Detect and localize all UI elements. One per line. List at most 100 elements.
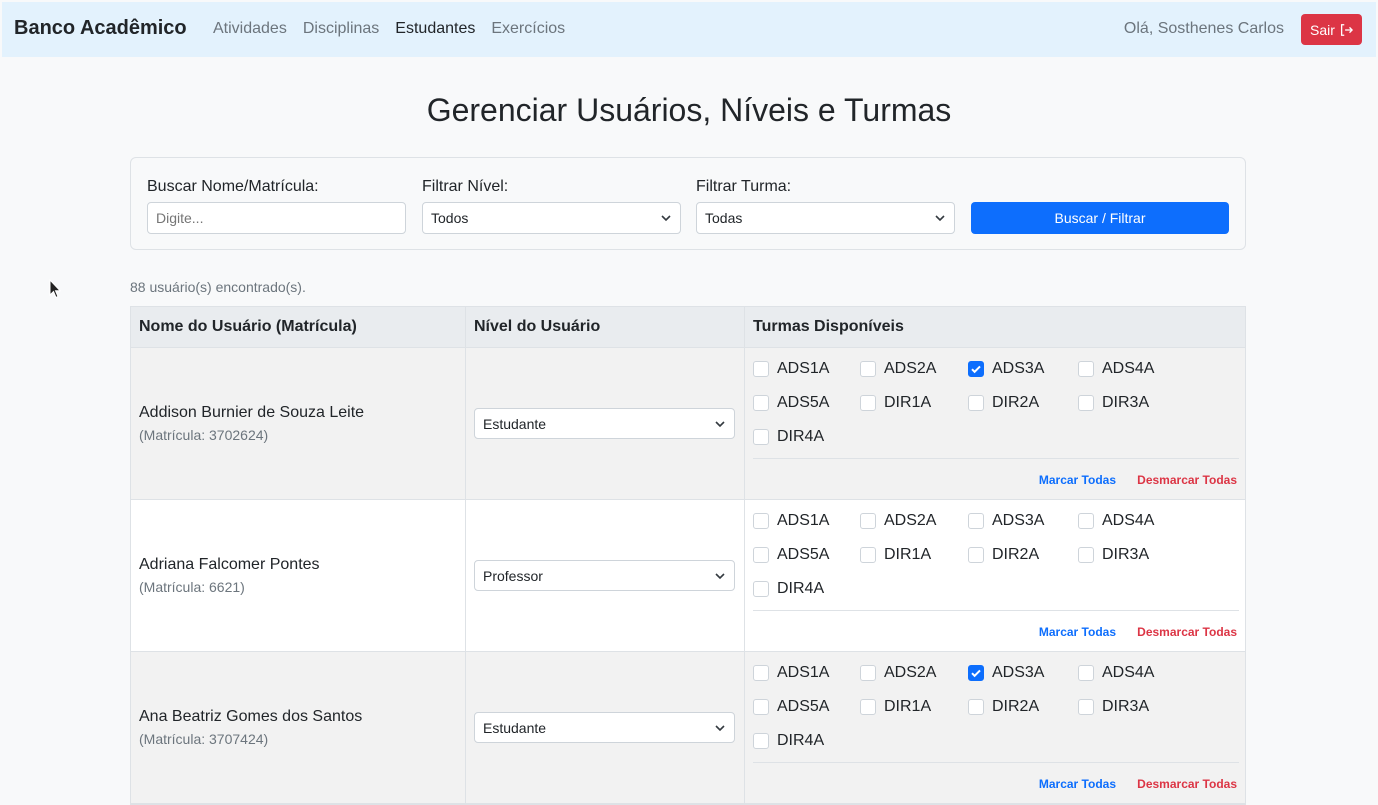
user-level-select[interactable]: Estudante <box>474 712 735 743</box>
checkbox-unchecked-icon[interactable] <box>753 547 769 563</box>
checkbox-unchecked-icon[interactable] <box>753 429 769 445</box>
chevron-down-icon <box>935 215 945 222</box>
class-checkbox-label: DIR2A <box>992 546 1040 563</box>
table-header: Nome do Usuário (Matrícula) Nível do Usu… <box>131 307 1245 348</box>
checkbox-unchecked-icon[interactable] <box>1078 513 1094 529</box>
nav-link-disciplinas[interactable]: Disciplinas <box>303 20 379 38</box>
class-checkbox-label: DIR1A <box>884 698 932 715</box>
unmark-all-link[interactable]: Desmarcar Todas <box>1137 777 1237 791</box>
class-filter-select[interactable]: Todas <box>696 202 955 234</box>
checkbox-unchecked-icon[interactable] <box>968 699 984 715</box>
class-checkbox[interactable]: ADS3A <box>968 360 1044 378</box>
classes-cell: ADS1A ADS2A ADS3A ADS4A ADS5A DIR1A DIR2A DIR3A… <box>745 348 1245 499</box>
class-checkbox[interactable]: DIR4A <box>753 580 824 598</box>
nav-link-exercicios[interactable]: Exercícios <box>491 20 565 38</box>
class-checkbox[interactable]: DIR1A <box>860 546 931 564</box>
table-row: Addison Burnier de Souza Leite (Matrícula… <box>131 348 1245 500</box>
class-checkbox-label: ADS3A <box>992 360 1045 377</box>
checkbox-unchecked-icon[interactable] <box>753 395 769 411</box>
class-checkbox[interactable]: ADS2A <box>860 360 936 378</box>
divider <box>753 458 1239 459</box>
user-cell: Adriana Falcomer Pontes (Matrícula: 6621) <box>131 500 466 651</box>
table-row: Adriana Falcomer Pontes (Matrícula: 6621)… <box>131 500 1245 652</box>
class-checkbox[interactable]: DIR4A <box>753 732 824 750</box>
checkbox-unchecked-icon[interactable] <box>753 513 769 529</box>
user-matricula: (Matrícula: 6621) <box>139 579 245 595</box>
class-checkbox-label: DIR1A <box>884 546 932 563</box>
result-count: 88 usuário(s) encontrado(s). <box>130 279 306 295</box>
class-checkbox[interactable]: ADS1A <box>753 512 829 530</box>
user-greeting: Olá, Sosthenes Carlos <box>1123 20 1284 37</box>
checkbox-unchecked-icon[interactable] <box>968 395 984 411</box>
checkbox-unchecked-icon[interactable] <box>1078 547 1094 563</box>
class-checkbox[interactable]: ADS5A <box>753 698 829 716</box>
class-checkbox[interactable]: DIR3A <box>1078 394 1149 412</box>
class-checkbox-label: DIR3A <box>1102 698 1150 715</box>
class-checkbox-label: DIR3A <box>1102 546 1150 563</box>
chevron-down-icon <box>661 215 671 222</box>
brand-logo[interactable]: Banco Acadêmico <box>14 17 187 40</box>
checkbox-unchecked-icon[interactable] <box>753 665 769 681</box>
mark-all-link[interactable]: Marcar Todas <box>1039 473 1116 487</box>
checkbox-checked-icon[interactable] <box>968 665 984 681</box>
checkbox-unchecked-icon[interactable] <box>753 733 769 749</box>
mark-all-link[interactable]: Marcar Todas <box>1039 625 1116 639</box>
search-input[interactable] <box>147 202 406 234</box>
class-checkbox[interactable]: ADS2A <box>860 664 936 682</box>
class-checkbox[interactable]: ADS4A <box>1078 360 1154 378</box>
checkbox-unchecked-icon[interactable] <box>860 361 876 377</box>
mouse-cursor-icon <box>49 279 61 299</box>
checkbox-unchecked-icon[interactable] <box>968 547 984 563</box>
logout-button[interactable]: Sair <box>1301 14 1362 45</box>
class-checkbox[interactable]: DIR2A <box>968 394 1039 412</box>
class-checkbox[interactable]: DIR4A <box>753 428 824 446</box>
table-body: Addison Burnier de Souza Leite (Matrícula… <box>131 348 1245 804</box>
level-filter-select[interactable]: Todos <box>422 202 681 234</box>
checkbox-unchecked-icon[interactable] <box>860 513 876 529</box>
class-checkbox[interactable]: ADS1A <box>753 664 829 682</box>
class-checkbox-label: ADS1A <box>777 664 830 681</box>
checkbox-unchecked-icon[interactable] <box>1078 395 1094 411</box>
checkbox-unchecked-icon[interactable] <box>753 361 769 377</box>
checkbox-unchecked-icon[interactable] <box>1078 361 1094 377</box>
user-matricula: (Matrícula: 3707424) <box>139 731 269 747</box>
checkbox-unchecked-icon[interactable] <box>860 665 876 681</box>
class-checkbox[interactable]: ADS4A <box>1078 512 1154 530</box>
nav-links: Atividades Disciplinas Estudantes Exercí… <box>213 20 581 38</box>
checkbox-unchecked-icon[interactable] <box>860 547 876 563</box>
checkbox-unchecked-icon[interactable] <box>1078 665 1094 681</box>
checkbox-unchecked-icon[interactable] <box>968 513 984 529</box>
user-level-select[interactable]: Estudante <box>474 408 735 439</box>
unmark-all-link[interactable]: Desmarcar Todas <box>1137 625 1237 639</box>
class-checkbox[interactable]: DIR2A <box>968 698 1039 716</box>
class-checkbox[interactable]: DIR1A <box>860 394 931 412</box>
nav-link-atividades[interactable]: Atividades <box>213 20 287 38</box>
class-checkbox[interactable]: DIR3A <box>1078 546 1149 564</box>
class-checkbox[interactable]: ADS4A <box>1078 664 1154 682</box>
class-checkbox[interactable]: ADS2A <box>860 512 936 530</box>
class-checkbox[interactable]: ADS5A <box>753 394 829 412</box>
class-checkbox-label: ADS2A <box>884 360 937 377</box>
class-checkbox[interactable]: ADS1A <box>753 360 829 378</box>
nav-link-estudantes[interactable]: Estudantes <box>395 20 475 38</box>
class-checkbox[interactable]: DIR1A <box>860 698 931 716</box>
class-checkbox[interactable]: ADS3A <box>968 512 1044 530</box>
class-checkbox[interactable]: ADS5A <box>753 546 829 564</box>
class-checkbox-label: ADS5A <box>777 546 830 563</box>
class-checkbox[interactable]: DIR2A <box>968 546 1039 564</box>
unmark-all-link[interactable]: Desmarcar Todas <box>1137 473 1237 487</box>
checkbox-unchecked-icon[interactable] <box>860 699 876 715</box>
class-checkbox-label: DIR3A <box>1102 394 1150 411</box>
class-checkbox[interactable]: DIR3A <box>1078 698 1149 716</box>
checkbox-unchecked-icon[interactable] <box>753 581 769 597</box>
user-level-select[interactable]: Professor <box>474 560 735 591</box>
class-checkbox[interactable]: ADS3A <box>968 664 1044 682</box>
chevron-down-icon <box>715 572 725 579</box>
checkbox-unchecked-icon[interactable] <box>1078 699 1094 715</box>
checkbox-checked-icon[interactable] <box>968 361 984 377</box>
mark-all-link[interactable]: Marcar Todas <box>1039 777 1116 791</box>
checkbox-unchecked-icon[interactable] <box>860 395 876 411</box>
search-filter-button[interactable]: Buscar / Filtrar <box>971 202 1229 234</box>
checkbox-unchecked-icon[interactable] <box>753 699 769 715</box>
class-checkbox-label: DIR1A <box>884 394 932 411</box>
